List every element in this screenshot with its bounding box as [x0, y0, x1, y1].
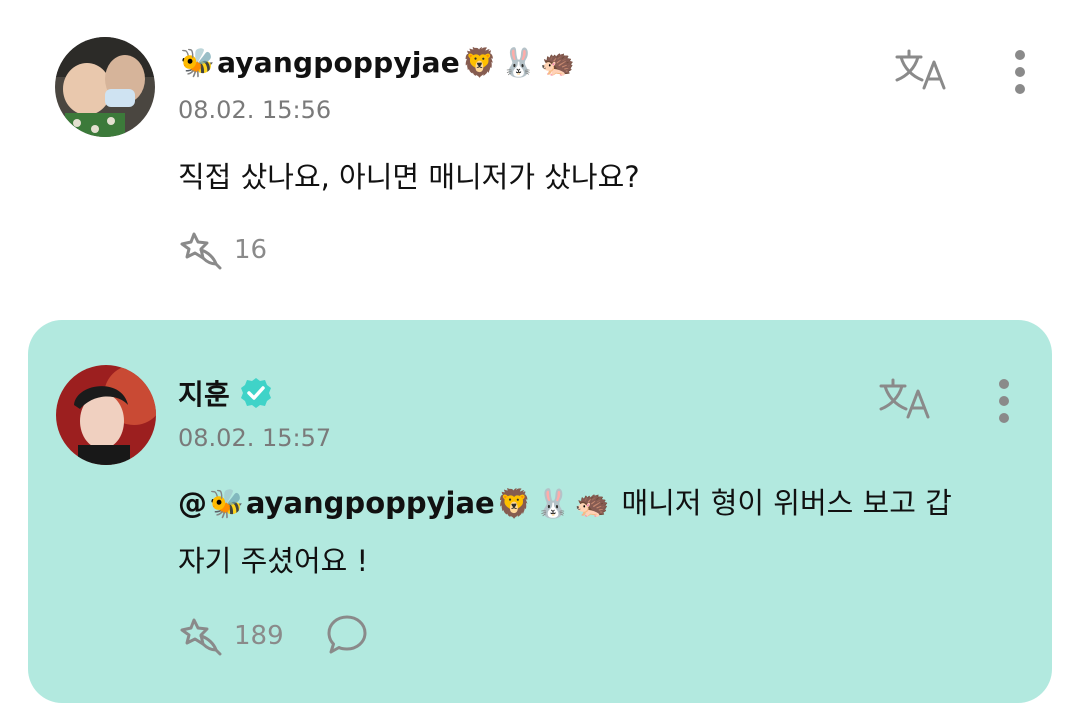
- more-vertical-icon: [1015, 50, 1025, 94]
- lion-emoji: 🦁: [496, 487, 532, 520]
- comment-bubble-icon: [327, 615, 367, 654]
- comment-post: 🐝 ayangpoppyjae 🦁 🐰 🦔 08.02. 15:56 직접 샀나…: [0, 0, 1080, 300]
- comment-button[interactable]: [324, 612, 370, 658]
- more-options-button[interactable]: [988, 375, 1020, 427]
- reply-text: @🐝ayangpoppyjae🦁 🐰 🦔 매니저 형이 위버스 보고 갑 자기 주셨…: [178, 474, 1018, 590]
- username[interactable]: 🐝 ayangpoppyjae 🦁 🐰 🦔: [178, 46, 577, 79]
- bee-emoji: 🐝: [180, 45, 216, 79]
- like-button[interactable]: 189: [176, 614, 284, 658]
- avatar[interactable]: [56, 365, 156, 465]
- like-count: 189: [234, 621, 284, 651]
- verified-badge-icon: [240, 377, 272, 409]
- cheer-icon: [180, 232, 222, 270]
- mention-at: @: [178, 486, 207, 520]
- timestamp: 08.02. 15:57: [178, 424, 332, 452]
- like-button[interactable]: 16: [176, 228, 267, 272]
- reply-text-line-2: 자기 주셨어요 !: [178, 544, 369, 578]
- mention[interactable]: @🐝ayangpoppyjae🦁 🐰 🦔: [178, 486, 621, 520]
- translate-button[interactable]: [893, 46, 951, 94]
- bee-emoji: 🐝: [209, 487, 244, 520]
- translate-button[interactable]: [877, 375, 935, 423]
- reply-card: 지훈 08.02. 15:57 @🐝ayangpoppyjae🦁 🐰 🦔 매니저…: [28, 320, 1052, 703]
- comment-text: 직접 샀나요, 아니면 매니저가 샀나요?: [178, 160, 640, 194]
- username-text: ayangpoppyjae: [217, 46, 460, 79]
- cheer-icon: [180, 618, 222, 656]
- avatar[interactable]: [55, 37, 155, 137]
- hedgehog-emoji: 🦔: [574, 487, 610, 520]
- like-count: 16: [234, 235, 268, 265]
- hedgehog-emoji: 🦔: [540, 45, 576, 79]
- rabbit-emoji: 🐰: [535, 487, 571, 520]
- rabbit-emoji: 🐰: [501, 45, 537, 79]
- mention-name: ayangpoppyjae: [245, 486, 495, 520]
- more-options-button[interactable]: [1004, 46, 1036, 98]
- more-vertical-icon: [999, 379, 1009, 423]
- reply-text-line-1: @🐝ayangpoppyjae🦁 🐰 🦔 매니저 형이 위버스 보고 갑: [178, 474, 1018, 532]
- username-text: 지훈: [178, 378, 230, 411]
- translate-icon: [879, 378, 930, 419]
- reply-text-part-1: 매니저 형이 위버스 보고 갑: [621, 486, 952, 520]
- username[interactable]: 지훈: [178, 373, 272, 413]
- lion-emoji: 🦁: [461, 45, 498, 79]
- translate-icon: [895, 49, 946, 90]
- timestamp: 08.02. 15:56: [178, 96, 332, 124]
